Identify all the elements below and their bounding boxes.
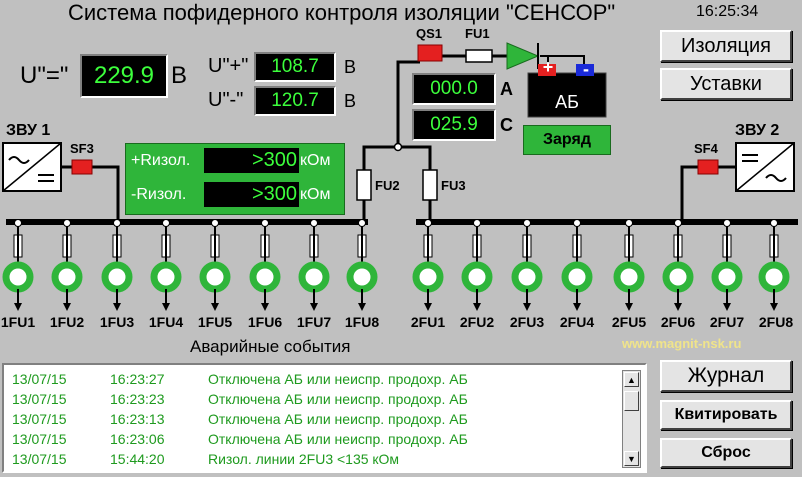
- sf4-breaker: [697, 159, 719, 175]
- list-item[interactable]: 13/07/15 16:23:06 Отключена АБ или неисп…: [12, 431, 468, 451]
- fu2-fuse: [356, 169, 372, 201]
- zvu2-charger: [735, 142, 795, 192]
- fu1-fuse: [465, 49, 493, 63]
- zvu1-charger: [2, 142, 62, 192]
- feeder-label: 1FU2: [49, 314, 85, 330]
- current-a-value: 000.0: [412, 73, 496, 105]
- feeder-label: 2FU4: [559, 314, 595, 330]
- events-title: Аварийные события: [190, 337, 351, 356]
- battery-minus-sign: -: [583, 59, 589, 79]
- feeder-label: 1FU8: [344, 314, 380, 330]
- bus-1-feeders: [2, 219, 378, 311]
- current-c-label: С: [500, 115, 513, 135]
- battery-label: АБ: [555, 92, 579, 112]
- current-c-value: 025.9: [412, 109, 496, 141]
- feeder-label: 1FU4: [148, 314, 184, 330]
- insulation-minus-value: >300: [204, 182, 299, 207]
- fu1-label: FU1: [465, 26, 490, 41]
- events-log[interactable]: 13/07/15 16:23:27 Отключена АБ или неисп…: [2, 363, 647, 473]
- website-link: www.magnit-nsk.ru: [622, 336, 742, 351]
- insulation-minus-label: -Rизол.: [131, 185, 187, 203]
- zvu2-label: ЗВУ 2: [735, 122, 780, 139]
- insulation-plus-label: +Rизол.: [131, 151, 191, 169]
- feeder-label: 2FU1: [410, 314, 446, 330]
- charge-mode-indicator: Заряд: [523, 125, 611, 155]
- list-item[interactable]: 13/07/15 16:23:23 Отключена АБ или неисп…: [12, 391, 468, 411]
- feeder-label: 1FU5: [197, 314, 233, 330]
- feeder-label: 2FU5: [611, 314, 647, 330]
- insulation-plus-value: >300: [204, 148, 299, 173]
- feeder-label: 1FU6: [247, 314, 283, 330]
- insulation-minus-unit: кОм: [300, 185, 331, 203]
- sf3-breaker: [71, 159, 93, 175]
- acknowledge-button[interactable]: Квитировать: [660, 400, 792, 430]
- qs1-breaker: [417, 44, 443, 62]
- list-item[interactable]: 13/07/15 16:23:13 Отключена АБ или неисп…: [12, 411, 468, 431]
- sf3-label: SF3: [70, 141, 94, 156]
- reset-button[interactable]: Сброс: [660, 438, 792, 468]
- zvu1-label: ЗВУ 1: [6, 122, 51, 139]
- insulation-plus-row: +Rизол. >300 кОм: [129, 148, 341, 173]
- journal-button[interactable]: Журнал: [660, 360, 792, 392]
- insulation-minus-row: -Rизол. >300 кОм: [129, 182, 341, 207]
- bus-2-feeders: [412, 219, 790, 311]
- feeder-label: 1FU7: [296, 314, 332, 330]
- list-item[interactable]: 13/07/15 15:44:20 Rизол. линии 2FU3 <135…: [12, 451, 399, 471]
- battery-plus-sign: +: [542, 57, 554, 77]
- feeder-label: 2FU2: [459, 314, 495, 330]
- fu2-label: FU2: [375, 178, 400, 193]
- feeder-label: 2FU6: [660, 314, 696, 330]
- scroll-up-icon[interactable]: ▲: [624, 372, 639, 387]
- settings-button[interactable]: Уставки: [660, 68, 792, 100]
- scroll-down-icon[interactable]: ▼: [624, 451, 639, 466]
- fu3-fuse: [422, 169, 438, 201]
- insulation-plus-unit: кОм: [300, 151, 331, 169]
- insulation-panel: +Rизол. >300 кОм -Rизол. >300 кОм: [125, 143, 345, 215]
- feeder-label: 2FU8: [758, 314, 794, 330]
- list-item[interactable]: 13/07/15 16:23:27 Отключена АБ или неисп…: [12, 371, 468, 391]
- fu3-label: FU3: [441, 178, 466, 193]
- feeder-label: 2FU3: [509, 314, 545, 330]
- isolation-button[interactable]: Изоляция: [660, 30, 792, 62]
- feeder-label: 2FU7: [709, 314, 745, 330]
- qs1-label: QS1: [416, 26, 443, 41]
- feeder-label: 1FU3: [99, 314, 135, 330]
- events-scrollbar[interactable]: ▲ ▼: [622, 370, 641, 468]
- feeder-label: 1FU1: [0, 314, 36, 330]
- current-a-label: А: [500, 79, 513, 99]
- sf4-label: SF4: [694, 141, 718, 156]
- scroll-thumb[interactable]: [624, 391, 639, 411]
